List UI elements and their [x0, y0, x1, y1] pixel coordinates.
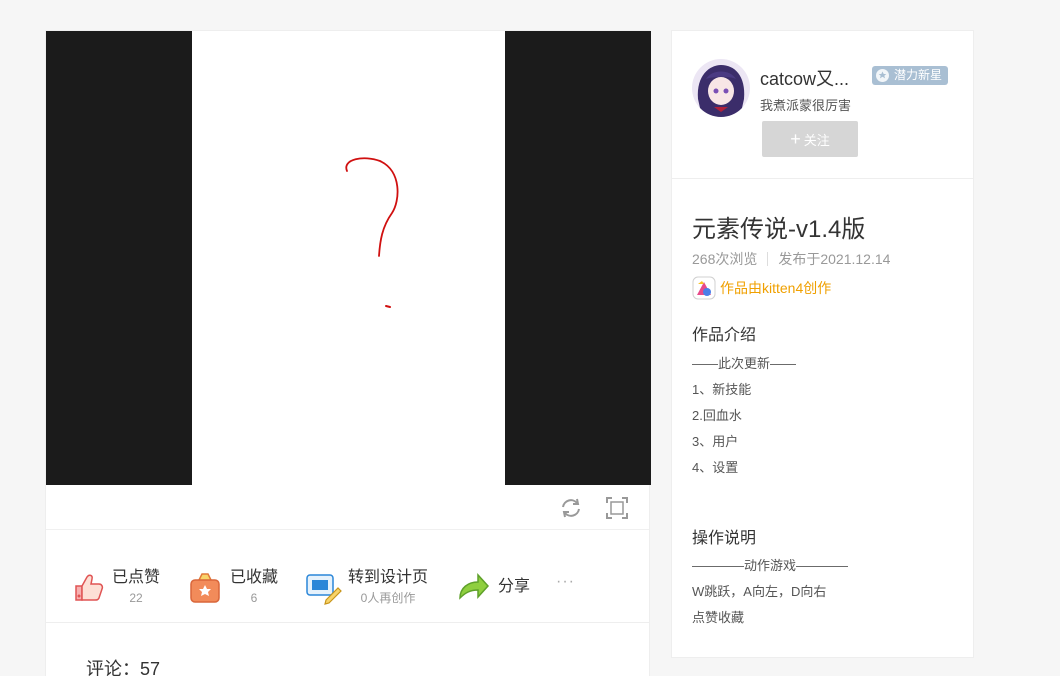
author-section: catcow又... 潜力新星 我煮派蒙很厉害 + 关注	[672, 31, 973, 179]
like-label: 已点赞	[112, 569, 161, 586]
view-count: 268次浏览	[692, 251, 758, 267]
plus-icon: +	[790, 128, 801, 149]
instructions-line: W跳跃，A向左，D向右	[692, 584, 827, 599]
work-title: 元素传说-v1.4版	[692, 216, 866, 243]
work-player-card: 已点赞 22 已收藏 6 转到设计页 0人再创作 分享 ··· 评论：57	[45, 30, 651, 676]
comment-count: 评论：57	[86, 659, 161, 676]
follow-button[interactable]: + 关注	[762, 121, 858, 157]
badge-label: 潜力新星	[894, 68, 943, 82]
favorite-button[interactable]: 已收藏 6	[186, 565, 278, 609]
question-mark-drawing	[345, 157, 399, 308]
restart-icon[interactable]	[558, 495, 584, 521]
follow-label: 关注	[803, 132, 830, 148]
made-with-label: 作品由kitten4创作	[720, 280, 832, 296]
star-badge-icon	[876, 69, 889, 82]
share-button[interactable]: 分享	[454, 565, 530, 609]
player-controls	[46, 485, 649, 530]
favorite-count: 6	[250, 591, 258, 605]
instructions-line: ————动作游戏————	[692, 558, 849, 573]
remix-count: 0人再创作	[360, 591, 416, 605]
more-options-button[interactable]: ···	[556, 573, 575, 591]
share-arrow-icon	[459, 573, 490, 600]
intro-line: 3、用户	[692, 434, 739, 449]
design-page-icon	[306, 574, 342, 605]
like-button[interactable]: 已点赞 22	[68, 565, 160, 609]
rising-star-badge: 潜力新星	[872, 66, 949, 85]
work-info-card: catcow又... 潜力新星 我煮派蒙很厉害 + 关注 元素传说-v1.4版 …	[671, 30, 974, 658]
avatar[interactable]	[692, 59, 750, 117]
made-with-link[interactable]: 作品由kitten4创作	[692, 276, 831, 300]
instructions-heading: 操作说明	[692, 530, 757, 547]
game-stage[interactable]	[46, 31, 651, 485]
share-label: 分享	[498, 578, 531, 595]
author-bio: 我煮派蒙很厉害	[760, 98, 852, 113]
action-bar: 已点赞 22 已收藏 6 转到设计页 0人再创作 分享 ···	[46, 531, 649, 623]
work-meta: 268次浏览 发布于2021.12.14	[692, 249, 890, 269]
fullscreen-icon[interactable]	[604, 495, 630, 521]
remix-button[interactable]: 转到设计页 0人再创作	[304, 565, 428, 609]
intro-line: ——此次更新——	[692, 356, 797, 371]
instructions-line: 点赞收藏	[692, 610, 745, 625]
remix-label: 转到设计页	[348, 569, 429, 586]
favorite-label: 已收藏	[230, 569, 279, 586]
intro-line: 2.回血水	[692, 408, 742, 423]
intro-line: 1、新技能	[692, 382, 752, 397]
meta-divider	[767, 252, 769, 266]
kitten-editor-icon	[692, 276, 716, 300]
stage-canvas[interactable]	[192, 31, 505, 485]
thumbs-up-icon	[75, 574, 104, 601]
author-name[interactable]: catcow又...	[760, 65, 849, 91]
intro-heading: 作品介绍	[692, 327, 757, 344]
intro-line: 4、设置	[692, 460, 739, 475]
favorite-basket-icon	[190, 573, 220, 603]
publish-date: 发布于2021.12.14	[778, 251, 891, 267]
like-count: 22	[129, 591, 143, 605]
